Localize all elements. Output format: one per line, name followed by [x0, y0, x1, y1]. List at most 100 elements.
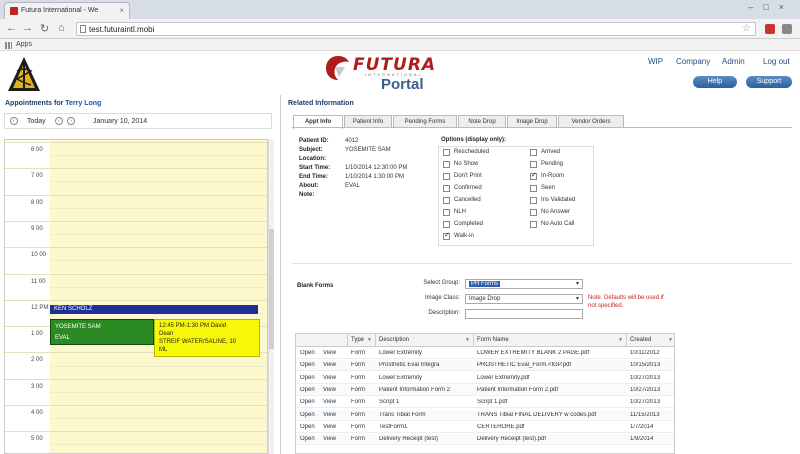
bookmarks-bar: Apps [0, 39, 800, 51]
cell-description: Patient Information Form 2 [379, 386, 451, 393]
option-checkbox[interactable]: Completed [443, 221, 483, 228]
view-link[interactable]: View [323, 424, 336, 430]
info-value: YOSEMITE SAM [345, 147, 391, 153]
extension-icon[interactable] [765, 24, 775, 34]
reload-icon[interactable]: ↻ [40, 22, 49, 35]
filter-icon[interactable]: ▼ [618, 337, 623, 343]
checkbox-icon[interactable] [443, 221, 450, 228]
nav-wip[interactable]: WIP [648, 57, 663, 66]
info-label: Patient ID: [299, 138, 329, 144]
checkbox-icon[interactable] [530, 161, 537, 168]
option-checkbox[interactable]: Confirmed [443, 185, 482, 192]
open-link[interactable]: Open [300, 362, 315, 368]
option-checkbox[interactable]: Cancelled [443, 197, 481, 204]
view-link[interactable]: View [323, 387, 336, 393]
window-controls[interactable]: –□× [748, 2, 794, 12]
cell-type: Form [351, 423, 365, 430]
cell-created: 10/27/2013 [630, 374, 661, 381]
today-button[interactable]: Today [27, 118, 46, 125]
apps-bookmark[interactable]: Apps [16, 41, 32, 48]
option-checkbox[interactable]: Ins Validated [530, 197, 575, 204]
view-link[interactable]: View [323, 412, 336, 418]
support-button[interactable]: Support [746, 76, 792, 88]
option-checkbox[interactable]: Arrived [530, 149, 560, 156]
open-link[interactable]: Open [300, 350, 315, 356]
option-checkbox[interactable]: Seen [530, 185, 555, 192]
option-checkbox[interactable]: NLH [443, 209, 466, 216]
close-tab-icon[interactable]: × [119, 6, 124, 15]
filter-icon[interactable]: ▼ [465, 337, 470, 343]
calendar-scrollbar[interactable] [268, 139, 274, 454]
home-icon[interactable]: ⌂ [58, 22, 65, 34]
checkbox-icon[interactable] [443, 173, 450, 180]
col-form-name[interactable]: Form Name ▼ [474, 334, 627, 347]
event-yosemite-sam[interactable]: YOSEMITE SAM EVAL [50, 319, 154, 345]
checkbox-icon[interactable] [443, 231, 450, 240]
checkbox-icon[interactable] [443, 161, 450, 168]
checkbox-icon[interactable] [530, 185, 537, 192]
description-input[interactable] [465, 309, 583, 319]
browser-tab-bar: Futura International - We × –□× [0, 0, 800, 19]
prev-icon[interactable]: ‹ [55, 117, 63, 125]
option-checkbox[interactable]: Don't Print [443, 173, 482, 180]
forward-icon[interactable]: → [22, 22, 33, 34]
cell-type: Form [351, 399, 365, 406]
checkbox-icon[interactable] [443, 209, 450, 216]
calendar-day-column[interactable] [50, 140, 267, 453]
next-icon[interactable]: › [67, 117, 75, 125]
checkbox-icon[interactable] [443, 197, 450, 204]
col-description[interactable]: Description ▼ [376, 334, 474, 347]
checkbox-icon[interactable] [530, 197, 537, 204]
cell-description: TestForm1 [379, 423, 408, 430]
checkbox-icon[interactable] [530, 221, 537, 228]
image-class-dropdown[interactable]: Image Drop ▾ [465, 294, 583, 304]
open-link[interactable]: Open [300, 375, 315, 381]
option-checkbox[interactable]: No Answer [530, 209, 570, 216]
select-group-dropdown[interactable]: PH Forms ▾ [465, 279, 583, 289]
nav-admin[interactable]: Admin [722, 57, 745, 66]
nav-company[interactable]: Company [676, 57, 710, 66]
view-link[interactable]: View [323, 350, 336, 356]
event-yellow-line3: STREIF WATER/SALINE, 10 [159, 339, 237, 345]
checkbox-icon[interactable] [530, 209, 537, 216]
open-link[interactable]: Open [300, 436, 315, 442]
checkbox-icon[interactable] [443, 149, 450, 156]
help-button[interactable]: Help [693, 76, 737, 88]
scrollbar-thumb[interactable] [269, 229, 274, 349]
option-checkbox[interactable]: Walk-in [443, 231, 474, 240]
option-label: Confirmed [454, 185, 482, 191]
back-icon[interactable]: ← [6, 22, 17, 34]
option-checkbox[interactable]: In-Room [530, 171, 564, 180]
prev-day-icon[interactable]: ‹ [10, 117, 18, 125]
open-link[interactable]: Open [300, 424, 315, 430]
view-link[interactable]: View [323, 436, 336, 442]
open-link[interactable]: Open [300, 387, 315, 393]
view-link[interactable]: View [323, 362, 336, 368]
option-checkbox[interactable]: No Show [443, 161, 478, 168]
day-calendar[interactable]: 6 00 7 00 8 00 9 00 10 00 11 00 12 PM 1 00 2 00 3… [4, 139, 268, 454]
option-checkbox[interactable]: Rescheduled [443, 149, 489, 156]
open-link[interactable]: Open [300, 412, 315, 418]
appointments-user[interactable]: Terry Long [65, 100, 101, 107]
checkbox-icon[interactable] [530, 171, 537, 180]
col-type[interactable]: Type ▼ [348, 334, 376, 347]
view-link[interactable]: View [323, 399, 336, 405]
event-ken-scholz[interactable]: KEN SCHOLZ [50, 305, 258, 314]
checkbox-icon[interactable] [530, 149, 537, 156]
option-checkbox[interactable]: No Auto Call [530, 221, 574, 228]
nav-logout[interactable]: Log out [763, 57, 790, 66]
half-hour-line [50, 391, 267, 393]
filter-icon[interactable]: ▼ [668, 337, 673, 343]
menu-icon[interactable] [782, 24, 792, 34]
url-input[interactable]: test.futuraintl.mobi ☆ [76, 22, 756, 36]
option-checkbox[interactable]: Pending [530, 161, 563, 168]
browser-tab[interactable]: Futura International - We × [4, 2, 130, 19]
open-link[interactable]: Open [300, 399, 315, 405]
col-created[interactable]: Created ▼ [627, 334, 674, 347]
event-david-dean[interactable]: 12:45 PM-1:30 PM David Dean STREIF WATER… [154, 319, 260, 357]
view-link[interactable]: View [323, 375, 336, 381]
bookmark-star-icon[interactable]: ☆ [742, 23, 751, 34]
checkbox-icon[interactable] [443, 185, 450, 192]
filter-icon[interactable]: ▼ [367, 337, 372, 343]
half-hour-line [50, 286, 267, 288]
